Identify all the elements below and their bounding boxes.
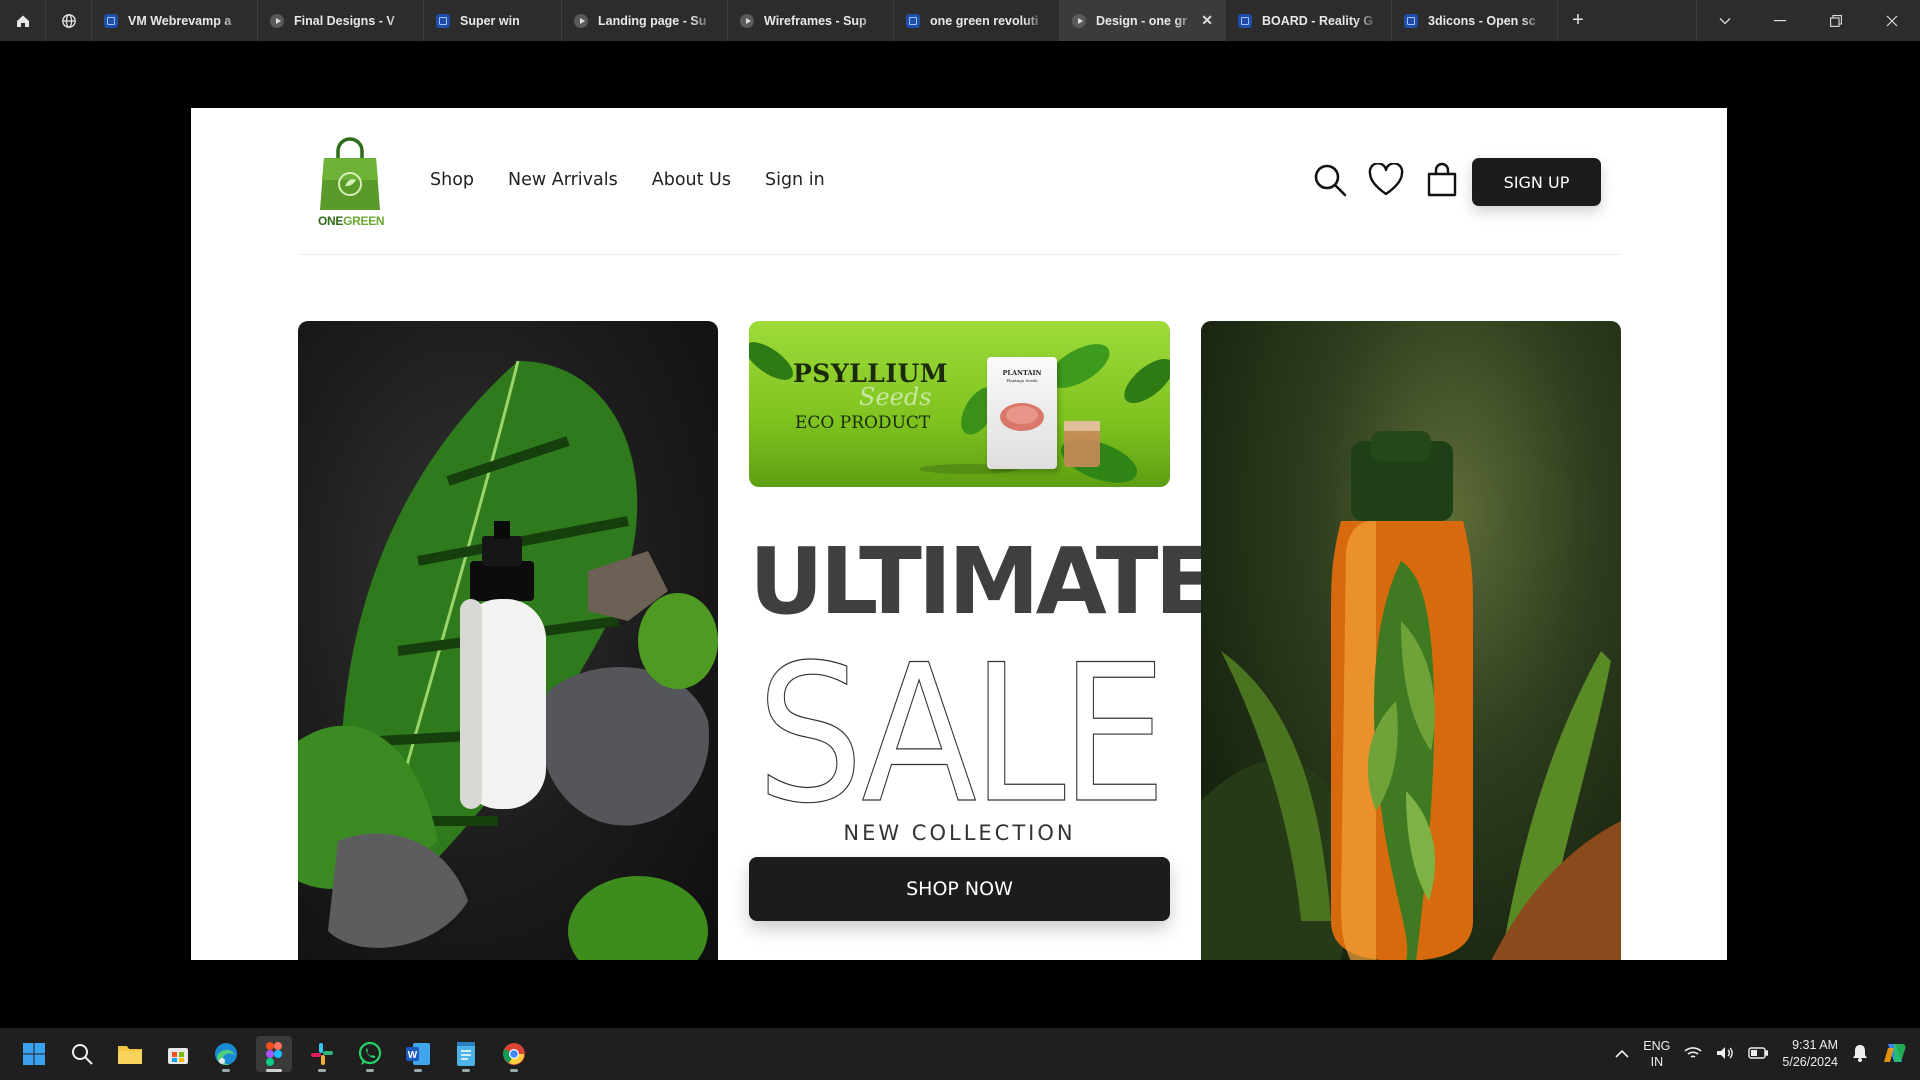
store-icon[interactable]: [160, 1036, 196, 1072]
windows-taskbar: W ENG IN 9:31 AM 5/26/2024: [0, 1028, 1920, 1080]
main-nav: Shop New Arrivals About Us Sign in: [430, 170, 825, 190]
browser-tab-bar: VM Webrevamp a Final Designs - V Super w…: [0, 0, 1920, 41]
tab-list-chevron-down-icon[interactable]: [1696, 0, 1752, 41]
battery-icon[interactable]: [1748, 1046, 1769, 1062]
nav-sign-in[interactable]: Sign in: [765, 170, 825, 190]
nav-shop[interactable]: Shop: [430, 170, 474, 190]
tab-title: Landing page - Su: [598, 13, 707, 28]
browser-tab[interactable]: 3dicons - Open sc: [1392, 0, 1558, 41]
whatsapp-icon[interactable]: [352, 1036, 388, 1072]
figma-file-icon: [1238, 13, 1252, 28]
figma-file-icon: [906, 13, 920, 28]
onegreen-logo[interactable]: ONEGREEN: [318, 136, 385, 231]
tab-title: Super win: [460, 13, 520, 28]
home-icon[interactable]: [0, 0, 46, 41]
logo-text-one: ONE: [318, 214, 344, 228]
browser-tab[interactable]: Super win: [424, 0, 562, 41]
volume-icon[interactable]: [1716, 1046, 1734, 1063]
tab-title: Final Designs - V: [294, 13, 395, 28]
new-collection-label: NEW COLLECTION: [843, 821, 1076, 845]
slack-icon[interactable]: [304, 1036, 340, 1072]
tab-title: 3dicons - Open sc: [1428, 13, 1536, 28]
tab-title: Wireframes - Sup: [764, 13, 867, 28]
prototype-play-icon: [270, 13, 284, 28]
notepad-icon[interactable]: [448, 1036, 484, 1072]
banner-subtitle: ECO PRODUCT: [795, 413, 931, 433]
browser-tab[interactable]: one green revoluti: [894, 0, 1060, 41]
tab-title: one green revoluti: [930, 13, 1039, 28]
figma-file-icon: [436, 13, 450, 28]
headline-sale: SALE: [756, 648, 1168, 808]
browser-tab[interactable]: Landing page - Su: [562, 0, 728, 41]
headline-ultimate: ULTIMATE: [749, 528, 1217, 635]
chrome-icon[interactable]: [496, 1036, 532, 1072]
site-header: ONEGREEN Shop New Arrivals About Us Sign…: [298, 108, 1621, 255]
chevron-up-icon[interactable]: [1615, 1047, 1629, 1061]
globe-icon[interactable]: [46, 0, 92, 41]
edge-icon[interactable]: [208, 1036, 244, 1072]
prototype-play-icon: [1072, 13, 1086, 28]
nav-new-arrivals[interactable]: New Arrivals: [508, 170, 618, 190]
search-icon[interactable]: [1312, 162, 1348, 198]
shopping-bag-logo-icon: [320, 137, 380, 210]
figma-icon[interactable]: [256, 1036, 292, 1072]
prototype-play-icon: [574, 13, 588, 28]
figma-file-icon: [1404, 13, 1418, 28]
clock-time: 9:31 AM: [1792, 1038, 1838, 1052]
heart-icon[interactable]: [1368, 162, 1404, 198]
shop-now-button[interactable]: SHOP NOW: [749, 857, 1170, 921]
hero-image-right: [1201, 321, 1621, 960]
new-tab-button[interactable]: +: [1558, 0, 1598, 41]
minimize-icon[interactable]: [1752, 0, 1808, 41]
tab-title: VM Webrevamp a: [128, 13, 232, 28]
psyllium-promo-banner[interactable]: PSYLLIUM Seeds ECO PRODUCT PLANTAIN Plan…: [749, 321, 1170, 487]
browser-tab[interactable]: Wireframes - Sup: [728, 0, 894, 41]
logo-text-green: GREEN: [343, 214, 385, 228]
header-actions: [1312, 162, 1460, 198]
browser-tab[interactable]: Final Designs - V: [258, 0, 424, 41]
landing-page-frame: ONEGREEN Shop New Arrivals About Us Sign…: [191, 108, 1727, 960]
input-language[interactable]: ENG IN: [1643, 1038, 1670, 1070]
windows-start-icon[interactable]: [16, 1036, 52, 1072]
search-icon[interactable]: [64, 1036, 100, 1072]
file-explorer-icon[interactable]: [112, 1036, 148, 1072]
region-code: IN: [1650, 1055, 1664, 1069]
sale-outline-text: SALE: [757, 648, 1162, 808]
tab-title: Design - one gr: [1096, 13, 1187, 28]
seeds-pile-icon: [1000, 403, 1044, 431]
system-clock[interactable]: 9:31 AM 5/26/2024: [1782, 1037, 1838, 1071]
amber-bottle-illustration: [1201, 431, 1621, 960]
hero-image-left: [298, 321, 718, 960]
browser-tab-active[interactable]: Design - one gr ✕: [1060, 0, 1226, 41]
browser-tab[interactable]: BOARD - Reality G: [1226, 0, 1392, 41]
language-code: ENG: [1643, 1039, 1671, 1053]
copilot-icon[interactable]: [1882, 1040, 1908, 1069]
tab-title: BOARD - Reality G: [1262, 13, 1374, 28]
wifi-icon[interactable]: [1684, 1046, 1702, 1063]
notification-bell-icon[interactable]: [1852, 1044, 1868, 1065]
clock-date: 5/26/2024: [1782, 1055, 1838, 1069]
close-tab-icon[interactable]: ✕: [1201, 12, 1213, 29]
browser-tab[interactable]: VM Webrevamp a: [92, 0, 258, 41]
sign-up-button[interactable]: SIGN UP: [1472, 158, 1601, 206]
figma-file-icon: [104, 13, 118, 28]
prototype-play-icon: [740, 13, 754, 28]
svg-text:W: W: [408, 1050, 418, 1061]
banner-leaves-decoration: [749, 342, 1170, 483]
restore-icon[interactable]: [1808, 0, 1864, 41]
word-icon[interactable]: W: [400, 1036, 436, 1072]
logo-wordmark: ONEGREEN: [318, 214, 385, 228]
product-pack-image: PLANTAIN Plantago Seeds: [987, 357, 1057, 469]
close-window-icon[interactable]: [1864, 0, 1920, 41]
bag-icon[interactable]: [1424, 162, 1460, 198]
nav-about-us[interactable]: About Us: [652, 170, 731, 190]
monstera-bottle-illustration: [298, 360, 718, 960]
banner-script: Seeds: [859, 383, 932, 411]
